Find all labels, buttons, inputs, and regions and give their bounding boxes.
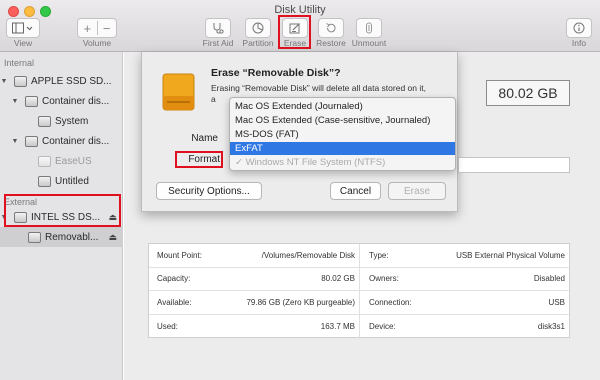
stethoscope-icon [213,23,224,34]
first-aid-label: First Aid [202,38,234,48]
table-row: Used: 163.7 MB Device: disk3s1 [149,315,571,339]
sidebar-item-label: APPLE SSD SD... [31,75,112,87]
info-key: Used: [157,321,178,331]
sidebar-item-apple-ssd[interactable]: ▼ APPLE SSD SD... [0,71,123,91]
disclosure-triangle-icon[interactable]: ▼ [11,138,19,145]
erase-confirm-button[interactable]: Erase [388,182,446,200]
table-row: Available: 79.86 GB (Zero KB purgeable) … [149,291,571,315]
sidebar-item-container-1[interactable]: ▼ Container dis... [0,91,123,111]
restore-label: Restore [316,38,346,48]
external-highlight-box [4,194,121,227]
sidebar-icon [12,22,33,34]
sidebar-item-label: Container dis... [42,135,110,147]
sidebar-item-label: EaseUS [55,155,92,167]
format-highlight-box [175,151,223,168]
info-value: Disabled [533,274,565,284]
table-row: Mount Point: /Volumes/Removable Disk Typ… [149,244,571,268]
sidebar-item-system[interactable]: System [0,111,123,131]
disclosure-triangle-icon[interactable]: ▼ [11,98,19,105]
security-options-button[interactable]: Security Options... [156,182,262,200]
sidebar-item-untitled[interactable]: Untitled [0,171,123,191]
dialog-message-line: Erasing “Removable Disk” will delete all… [211,83,426,93]
partition-button[interactable] [245,18,271,38]
sidebar-item-label: Untitled [55,175,89,187]
partition-label: Partition [242,38,274,48]
info-value: 80.02 GB [321,274,355,284]
restore-button[interactable] [318,18,344,38]
menu-item-exfat[interactable]: ExFAT [230,142,455,155]
sidebar-item-label: Removabl... [45,231,99,243]
pie-chart-icon [252,22,264,34]
name-label: Name [191,133,218,144]
menu-item-ms-dos-fat[interactable]: MS-DOS (FAT) [230,128,455,141]
info-value: 79.86 GB (Zero KB purgeable) [246,297,355,307]
info-key: Connection: [369,297,412,307]
cancel-button[interactable]: Cancel [330,182,381,200]
volume-disk-icon [28,231,41,243]
disclosure-triangle-icon[interactable]: ▼ [0,78,8,85]
info-key: Owners: [369,274,399,284]
info-key: Available: [157,297,192,307]
volume-label: Volume [82,38,112,48]
external-drive-icon [162,73,195,111]
first-aid-button[interactable] [205,18,231,38]
table-row: Capacity: 80.02 GB Owners: Disabled [149,268,571,291]
capacity-display: 80.02 GB [486,80,570,106]
container-disk-icon [25,95,38,107]
info-value: USB [548,297,565,307]
eject-icon[interactable]: ⏏ [108,232,117,243]
volume-disk-icon [38,155,51,167]
unmount-label: Unmount [351,38,387,48]
info-key: Mount Point: [157,250,202,260]
remove-volume-icon[interactable]: − [97,21,116,36]
format-popup-menu: Mac OS Extended (Journaled) Mac OS Exten… [229,97,456,171]
info-value: USB External Physical Volume [456,250,565,260]
view-button[interactable] [6,18,40,38]
info-value: 163.7 MB [320,321,355,331]
menu-item-mac-os-journaled[interactable]: Mac OS Extended (Journaled) [230,100,455,113]
erase-highlight-box [278,15,311,49]
menu-item-mac-os-case-sensitive[interactable]: Mac OS Extended (Case-sensitive, Journal… [230,114,455,127]
volume-button-group[interactable]: + − [77,18,117,38]
info-value: /Volumes/Removable Disk [261,250,355,260]
info-button[interactable] [566,18,592,38]
info-icon [573,22,585,34]
sidebar-item-easeus[interactable]: EaseUS [0,151,123,171]
unmount-icon [366,22,372,34]
container-disk-icon [25,135,38,147]
info-key: Capacity: [157,274,191,284]
dialog-title: Erase “Removable Disk”? [211,67,341,79]
info-key: Device: [369,321,396,331]
info-label: Info [571,38,587,48]
sidebar-item-removable[interactable]: Removabl... ⏏ [0,227,123,247]
info-key: Type: [369,250,389,260]
restore-arrow-icon [326,23,336,33]
toolbar: Disk Utility View + − Volume First Aid P… [0,0,600,52]
info-value: disk3s1 [537,321,565,331]
volume-disk-icon [38,115,51,127]
sidebar: Internal ▼ APPLE SSD SD... ▼ Container d… [0,52,123,380]
view-label: View [13,38,33,48]
sidebar-item-container-2[interactable]: ▼ Container dis... [0,131,123,151]
sidebar-item-label: Container dis... [42,95,110,107]
internal-disk-icon [14,75,27,87]
sidebar-item-label: System [55,115,89,127]
volume-info-table: Mount Point: /Volumes/Removable Disk Typ… [148,243,571,339]
sidebar-header-internal: Internal [4,58,35,68]
unmount-button[interactable] [356,18,382,38]
name-field-extension[interactable] [458,157,570,173]
volume-disk-icon [38,175,51,187]
menu-item-ntfs: ✓ Windows NT File System (NTFS) [235,157,386,168]
add-volume-icon[interactable]: + [78,21,97,36]
